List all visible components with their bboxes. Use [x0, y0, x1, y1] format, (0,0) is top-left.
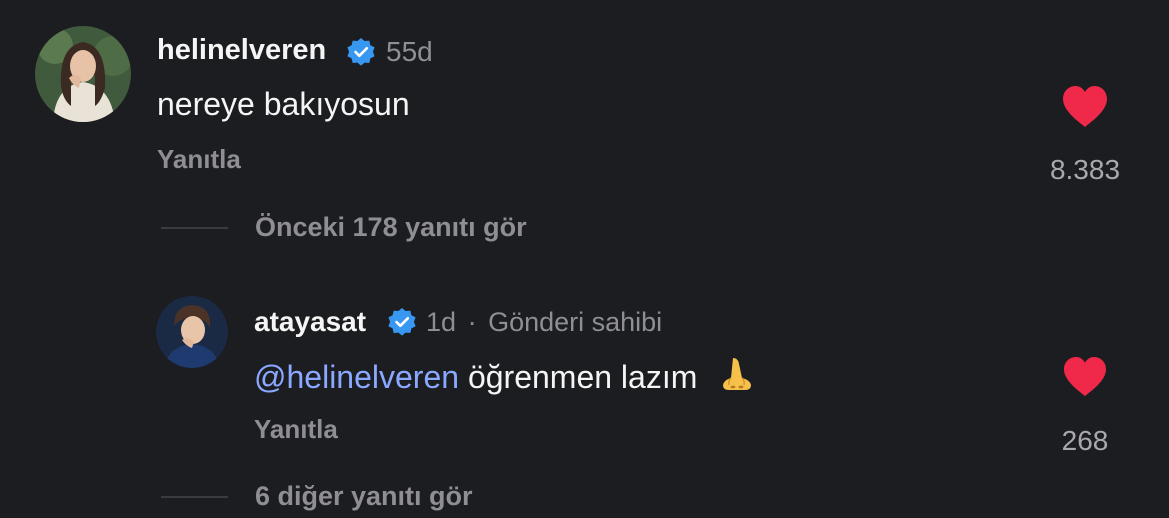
view-previous-replies-button[interactable]: Önceki 178 yanıtı gör — [255, 212, 527, 243]
avatar-atayasat[interactable] — [156, 296, 228, 368]
reply-button[interactable]: Yanıtla — [157, 144, 241, 175]
reply-timestamp: 1d — [426, 307, 457, 337]
like-heart-icon[interactable] — [1060, 85, 1110, 129]
mention-link[interactable]: @helinelveren — [254, 359, 459, 395]
verified-badge-icon — [387, 307, 417, 337]
comment-username[interactable]: helinelveren — [157, 34, 326, 67]
comment-text: nereye bakıyosun — [157, 86, 410, 122]
author-tag: Gönderi sahibi — [488, 307, 663, 337]
like-heart-icon[interactable] — [1061, 356, 1109, 398]
thread-line — [161, 496, 228, 498]
reply-body: öğrenmen lazım — [467, 359, 698, 395]
like-count: 8.383 — [1049, 154, 1121, 185]
avatar-helinelveren[interactable] — [35, 26, 131, 122]
reply-meta: 1d · Gönderi sahibi — [426, 307, 662, 338]
reply-button[interactable]: Yanıtla — [254, 414, 338, 445]
verified-badge-icon — [346, 37, 376, 67]
thread-line — [161, 227, 228, 229]
comment-timestamp: 55d — [386, 36, 433, 67]
nose-emoji-icon — [720, 356, 754, 400]
reply-text: @helinelveren öğrenmen lazım — [254, 356, 754, 400]
meta-separator: · — [467, 307, 477, 337]
reply-username[interactable]: atayasat — [254, 306, 366, 338]
view-more-replies-button[interactable]: 6 diğer yanıtı gör — [255, 481, 473, 512]
like-count: 268 — [1061, 425, 1109, 456]
